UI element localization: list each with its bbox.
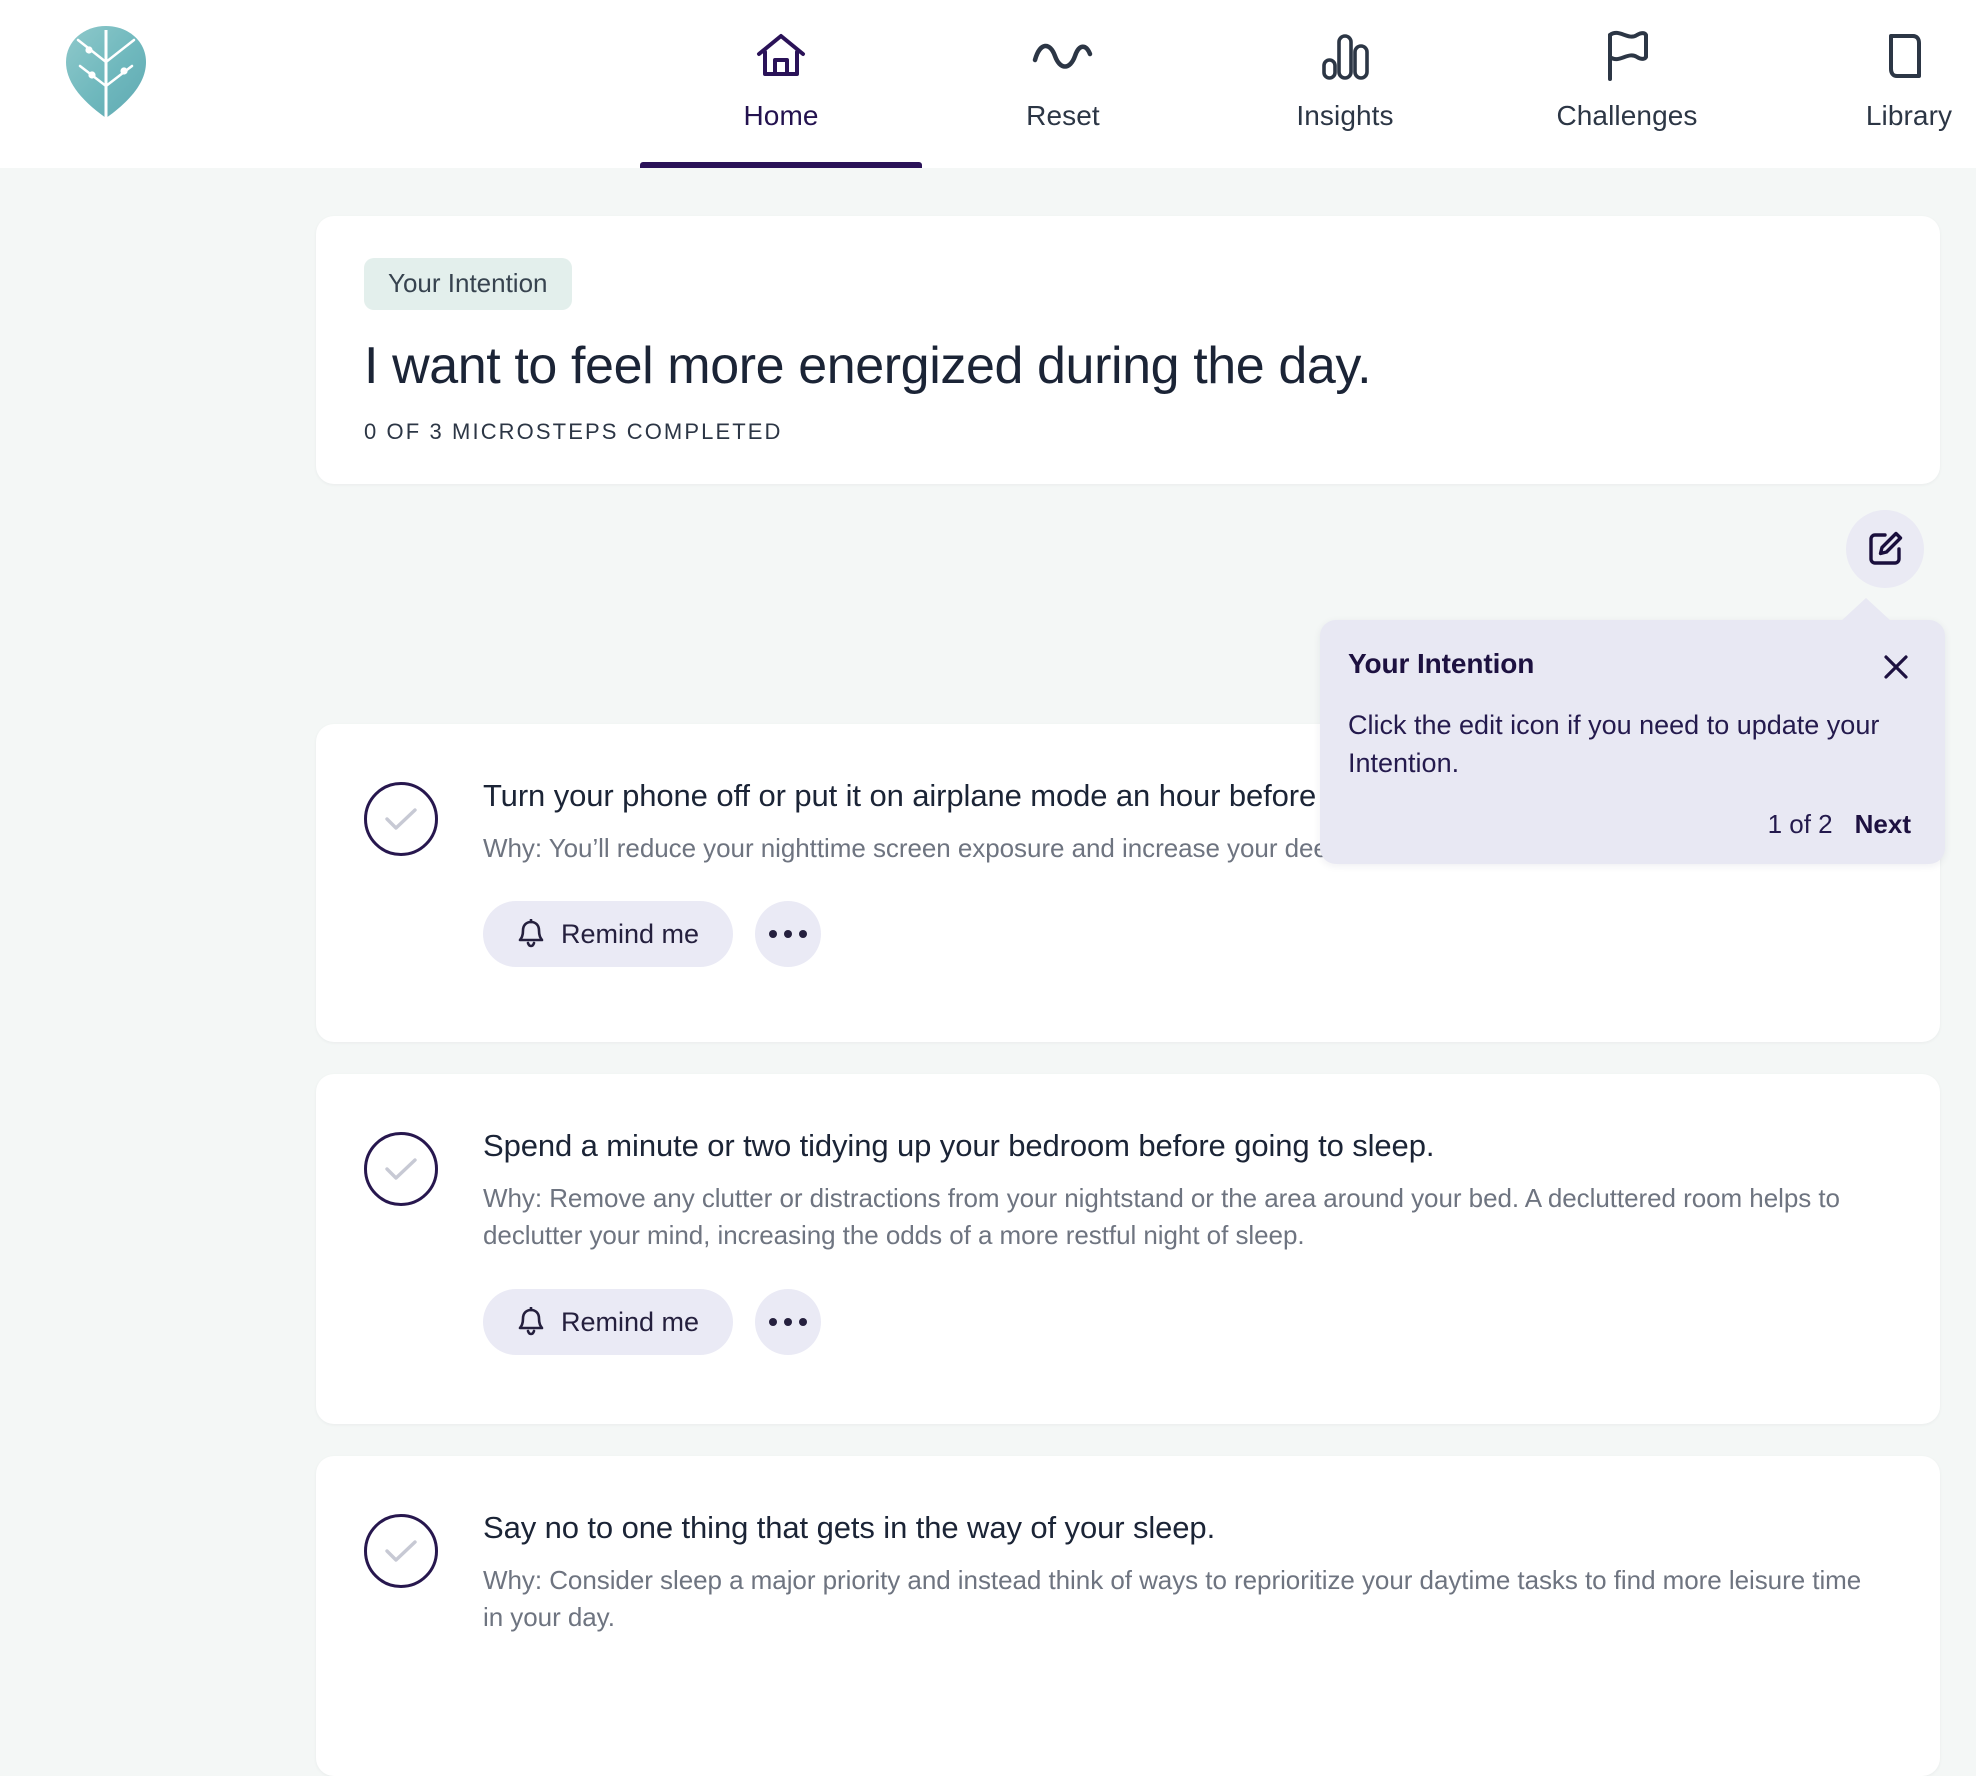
main-content: Your Intention I want to feel more energ…: [0, 168, 1976, 1776]
book-icon: [1883, 28, 1935, 84]
nav-label-insights: Insights: [1296, 100, 1394, 131]
microstep-actions: Remind me: [483, 1289, 1884, 1356]
tooltip-title: Your Intention: [1348, 648, 1535, 679]
tooltip-header: Your Intention: [1348, 648, 1911, 682]
edit-intention-button[interactable]: [1846, 510, 1924, 588]
microstep-title: Spend a minute or two tidying up your be…: [483, 1128, 1435, 1163]
wave-icon: [1031, 28, 1095, 84]
microstep-why: Why: Remove any clutter or distractions …: [483, 1182, 1840, 1251]
tooltip-step-counter: 1 of 2: [1767, 808, 1833, 839]
microstep-more-options-button[interactable]: [755, 901, 822, 968]
nav-item-insights[interactable]: Insights: [1204, 0, 1486, 168]
tooltip-close-button[interactable]: [1881, 652, 1911, 682]
remind-me-button[interactable]: Remind me: [483, 901, 734, 968]
intention-badge: Your Intention: [364, 258, 572, 310]
close-icon: [1881, 655, 1911, 685]
microstep-actions: Remind me: [483, 901, 1884, 968]
ellipsis-dot: [769, 1318, 778, 1327]
nav-label-home: Home: [743, 100, 819, 131]
tooltip-next-button[interactable]: Next: [1855, 809, 1911, 840]
remind-me-label: Remind me: [561, 1306, 700, 1337]
microsteps-progress-text: 0 OF 3 MICROSTEPS COMPLETED: [364, 419, 783, 445]
thrive-leaf-logo[interactable]: [62, 26, 150, 118]
tooltip-body-text: Click the edit icon if you need to updat…: [1348, 710, 1880, 779]
flag-icon: [1601, 28, 1653, 84]
ellipsis-dot: [769, 930, 778, 939]
tooltip-arrow: [1840, 598, 1892, 622]
microstep-card: Spend a minute or two tidying up your be…: [316, 1074, 1940, 1424]
check-icon: [385, 808, 417, 830]
nav-item-challenges[interactable]: Challenges: [1486, 0, 1768, 168]
ellipsis-dot: [784, 1318, 793, 1327]
check-icon: [385, 1540, 417, 1562]
check-icon: [385, 1158, 417, 1180]
remind-me-button[interactable]: Remind me: [483, 1289, 734, 1356]
microstep-card: Say no to one thing that gets in the way…: [316, 1456, 1940, 1776]
nav-label-challenges: Challenges: [1556, 100, 1698, 131]
microstep-title: Say no to one thing that gets in the way…: [483, 1510, 1216, 1545]
home-icon: [755, 28, 807, 84]
edit-square-pencil-icon: [1865, 529, 1905, 569]
bell-icon: [517, 1306, 545, 1337]
bar-chart-icon: [1319, 28, 1371, 84]
remind-me-label: Remind me: [561, 918, 700, 949]
microstep-checkbox[interactable]: [364, 782, 438, 856]
microstep-why: Why: Consider sleep a major priority and…: [483, 1564, 1862, 1633]
intention-tooltip: Your Intention Click the edit icon if yo…: [1320, 598, 1945, 864]
top-navigation-bar: Home Reset Insights Challenges Library: [0, 0, 1976, 168]
nav-label-library: Library: [1865, 100, 1953, 131]
intention-title: I want to feel more energized during the…: [364, 337, 1372, 395]
bell-icon: [517, 918, 545, 949]
intention-card: Your Intention I want to feel more energ…: [316, 216, 1940, 484]
ellipsis-dot: [799, 930, 808, 939]
tooltip-footer: 1 of 2 Next: [1348, 809, 1911, 840]
ellipsis-dot: [799, 1318, 808, 1327]
nav-items: Home Reset Insights Challenges Library: [640, 0, 1976, 168]
ellipsis-dot: [784, 930, 793, 939]
microstep-more-options-button[interactable]: [755, 1289, 822, 1356]
nav-item-home[interactable]: Home: [640, 0, 922, 168]
nav-item-reset[interactable]: Reset: [922, 0, 1204, 168]
microstep-checkbox[interactable]: [364, 1132, 438, 1206]
nav-label-reset: Reset: [1026, 100, 1100, 131]
nav-item-library[interactable]: Library: [1768, 0, 1976, 168]
microstep-checkbox[interactable]: [364, 1514, 438, 1588]
